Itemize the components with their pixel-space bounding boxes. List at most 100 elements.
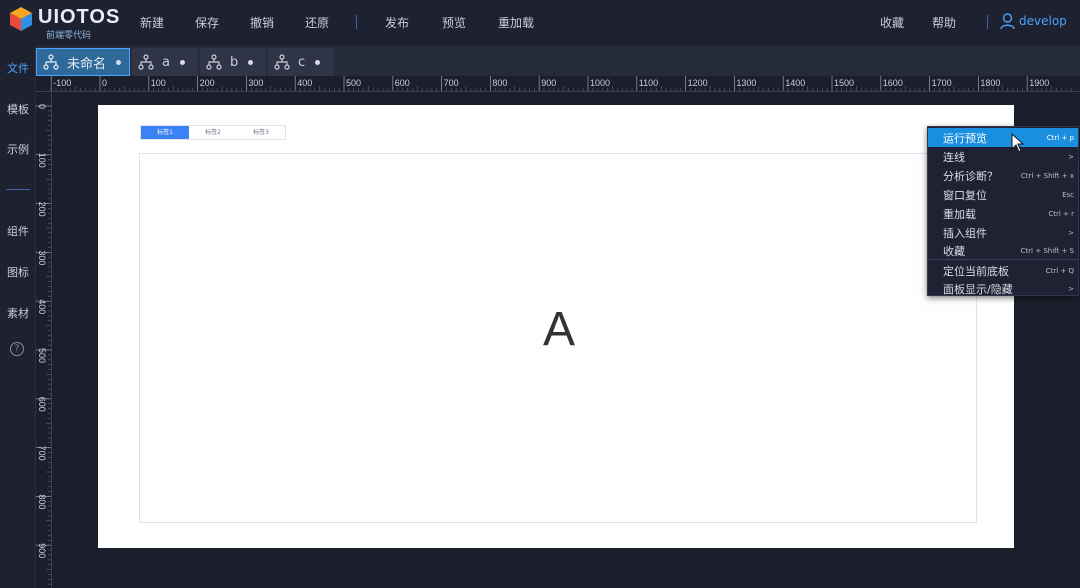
menu-item-locate-base[interactable]: 定位当前底板 Ctrl + Q [928, 261, 1078, 280]
menu-item-favorite[interactable]: 收藏 Ctrl + Shift + S [928, 241, 1078, 260]
ruler-label: 100 [151, 78, 166, 88]
ruler-label: 1700 [932, 78, 952, 88]
mouse-cursor-icon [1011, 133, 1025, 153]
ruler-label: 100 [37, 153, 47, 168]
ruler-label: 1100 [639, 78, 658, 88]
vertical-ruler[interactable]: 0 100 200 300 400 500 600 700 800 900 [36, 92, 52, 588]
tab-b[interactable]: b [200, 48, 266, 76]
ruler-label: 1600 [883, 78, 903, 88]
sidebar-item-component[interactable]: 组件 [0, 223, 36, 239]
top-bar: UIOTOS 前端零代码 新建 保存 撤销 还原 发布 预览 重加载 收藏 帮助… [0, 0, 1080, 46]
undo-button[interactable]: 撤销 [250, 14, 274, 31]
menu-item-reload[interactable]: 重加载 Ctrl + r [928, 204, 1078, 223]
canvas-tab-strip: 标签1 标签2 标签3 [140, 125, 286, 140]
document-tab-bar: 未命名 a b c [36, 46, 1080, 76]
app-window: UIOTOS 前端零代码 新建 保存 撤销 还原 发布 预览 重加载 收藏 帮助… [0, 0, 1080, 588]
menu-item-label: 收藏 [943, 244, 965, 258]
tab-label: a [162, 54, 170, 70]
hierarchy-icon [43, 54, 59, 70]
ruler-label: 500 [346, 78, 361, 88]
ruler-label: 700 [444, 78, 459, 88]
ruler-label: 300 [37, 250, 47, 265]
submenu-arrow: > [1068, 228, 1074, 237]
context-menu: 运行预览 Ctrl + p 连线 > 分析诊断？ Ctrl + Shift + x 窗… [927, 126, 1079, 296]
ruler-label: 200 [37, 202, 47, 217]
new-button[interactable]: 新建 [140, 14, 164, 31]
canvas-tab-3[interactable]: 标签3 [237, 126, 285, 139]
menu-item-run-preview[interactable]: 运行预览 Ctrl + p [928, 128, 1078, 147]
canvas-page[interactable]: 标签1 标签2 标签3 A [98, 105, 1014, 548]
favorite-button[interactable]: 收藏 [880, 14, 904, 31]
hierarchy-icon [206, 54, 222, 70]
canvas-tab-panel[interactable]: A [139, 153, 977, 523]
menu-item-shortcut: Ctrl + r [1048, 209, 1074, 218]
user-name[interactable]: develop [1019, 14, 1067, 28]
menu-item-shortcut: Esc [1062, 190, 1074, 199]
ruler-label: -100 [53, 78, 71, 88]
ruler-label: 0 [37, 104, 47, 109]
ruler-label: 1400 [785, 78, 805, 88]
brand-subtitle: 前端零代码 [46, 31, 92, 41]
menu-item-label: 定位当前底板 [943, 264, 1009, 278]
menu-item-connect[interactable]: 连线 > [928, 147, 1078, 166]
ruler-label: 600 [37, 397, 47, 412]
ruler-label: 1000 [590, 78, 610, 88]
menu-item-shortcut: Ctrl + p [1046, 133, 1074, 142]
sidebar-item-template[interactable]: 模板 [0, 101, 36, 117]
tab-untitled[interactable]: 未命名 [36, 48, 130, 76]
menu-item-shortcut: Ctrl + Shift + S [1020, 246, 1074, 255]
ruler-label: 300 [248, 78, 263, 88]
ruler-label: 1200 [688, 78, 708, 88]
canvas-tab-2[interactable]: 标签2 [189, 126, 237, 139]
ruler-label: 800 [492, 78, 507, 88]
tab-label: 未命名 [67, 56, 107, 72]
menu-item-reset-window[interactable]: 窗口复位 Esc [928, 185, 1078, 204]
tab-label: b [230, 54, 239, 70]
menu-item-diagnose[interactable]: 分析诊断？ Ctrl + Shift + x [928, 166, 1078, 185]
redo-button[interactable]: 还原 [305, 14, 329, 31]
ruler-label: 1900 [1029, 78, 1049, 88]
sidebar-item-example[interactable]: 示例 [0, 141, 36, 157]
ruler-label: 400 [297, 78, 312, 88]
ruler-label: 0 [102, 78, 107, 88]
sidebar-item-icon[interactable]: 图标 [0, 264, 36, 280]
menu-item-label: 分析诊断？ [943, 169, 998, 183]
menu-item-label: 连线 [943, 150, 965, 164]
menu-item-shortcut: Ctrl + Shift + x [1020, 171, 1074, 180]
tab-status-dot [116, 59, 122, 65]
menu-item-label: 运行预览 [943, 131, 987, 145]
submenu-arrow: > [1068, 284, 1074, 293]
tab-label: c [298, 54, 306, 70]
menu-item-label: 窗口复位 [943, 188, 987, 202]
left-sidebar: 文件 模板 示例 组件 图标 素材 ? [0, 46, 36, 588]
ruler-label: 900 [541, 78, 556, 88]
ruler-label: 200 [200, 78, 215, 88]
sidebar-item-material[interactable]: 素材 [0, 305, 36, 321]
menu-item-label: 面板显示/隐藏 [943, 282, 1013, 296]
ruler-label: 1500 [834, 78, 854, 88]
help-button[interactable]: 帮助 [932, 14, 956, 31]
save-button[interactable]: 保存 [195, 14, 219, 31]
sidebar-item-file[interactable]: 文件 [0, 60, 36, 76]
submenu-arrow: > [1068, 152, 1074, 161]
menu-item-shortcut: Ctrl + Q [1045, 266, 1074, 275]
tab-status-dot [248, 59, 254, 65]
horizontal-ruler[interactable]: -100 0 100 200 300 400 500 600 700 800 900 1000 1100… [36, 76, 1080, 92]
publish-button[interactable]: 发布 [385, 14, 409, 31]
preview-button[interactable]: 预览 [442, 14, 466, 31]
ruler-label: 400 [37, 299, 47, 314]
canvas-text-content: A [542, 303, 575, 356]
ruler-label: 1300 [736, 78, 756, 88]
user-icon[interactable] [1000, 13, 1015, 30]
menu-divider [356, 15, 357, 29]
tab-c[interactable]: c [268, 48, 334, 76]
reload-button[interactable]: 重加载 [498, 14, 534, 31]
tab-a[interactable]: a [132, 48, 198, 76]
tab-status-dot [179, 59, 185, 65]
hierarchy-icon [274, 54, 290, 70]
menu-item-insert-component[interactable]: 插入组件 > [928, 223, 1078, 242]
canvas-tab-1[interactable]: 标签1 [141, 126, 189, 139]
menu-item-toggle-panel[interactable]: 面板显示/隐藏 > [928, 279, 1078, 298]
help-circle-icon[interactable]: ? [10, 342, 24, 356]
menu-item-label: 重加载 [943, 207, 976, 221]
